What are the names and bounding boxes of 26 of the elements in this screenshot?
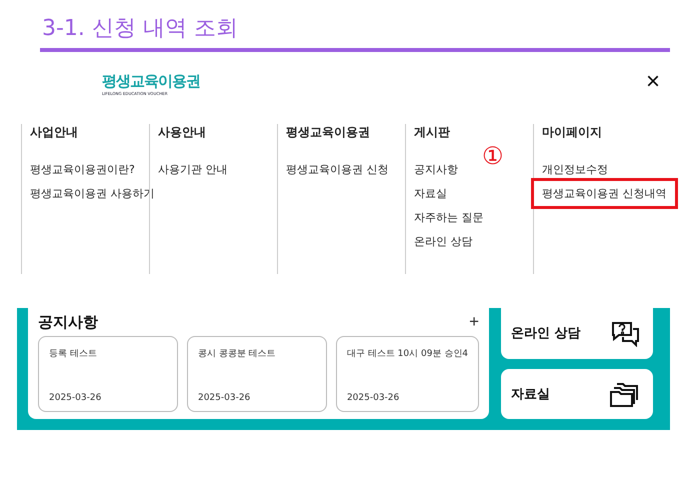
menu-heading[interactable]: 마이페이지 (542, 124, 673, 141)
question-bubble-icon (609, 319, 641, 348)
notice-card-date: 2025-03-26 (346, 393, 400, 403)
quick-link-tile[interactable]: 온라인 상담 (501, 308, 653, 358)
menu-heading[interactable]: 평생교육이용권 (286, 124, 405, 141)
tile-label: 온라인 상담 (511, 325, 581, 342)
menu-heading[interactable]: 게시판 (414, 124, 533, 141)
notice-card-date: 2025-03-26 (198, 393, 252, 403)
notice-card[interactable]: 등록 테스트 2025-03-26 (38, 336, 178, 412)
notice-title: 공지사항 (38, 312, 98, 332)
notice-card-title: 콩시 콩콩분 테스트 (198, 348, 277, 360)
step-marker: ① (482, 144, 504, 168)
notice-card-title: 등록 테스트 (49, 348, 98, 360)
quick-link-tile[interactable]: 자료실 (501, 368, 653, 419)
menu-heading[interactable]: 사업안내 (30, 124, 149, 141)
more-button[interactable]: + (469, 312, 479, 332)
notice-card-title: 대구 테스트 10시 09분 승인4 (346, 348, 468, 360)
menu-heading[interactable]: 사용안내 (158, 124, 277, 141)
notice-card[interactable]: 콩시 콩콩분 테스트 2025-03-26 (186, 336, 327, 412)
menu-item[interactable]: 평생교육이용권 신청 (275, 154, 400, 185)
section-title: 3-1. 신청 내역 조회 (42, 15, 239, 43)
tile-label: 자료실 (511, 386, 550, 403)
menu-item[interactable]: 평생교육이용권 신청내역 (531, 178, 678, 209)
notice-card-date: 2025-03-26 (49, 393, 102, 403)
notice-card[interactable]: 대구 테스트 10시 09분 승인4 2025-03-26 (336, 336, 480, 412)
close-button[interactable]: × (646, 70, 660, 94)
